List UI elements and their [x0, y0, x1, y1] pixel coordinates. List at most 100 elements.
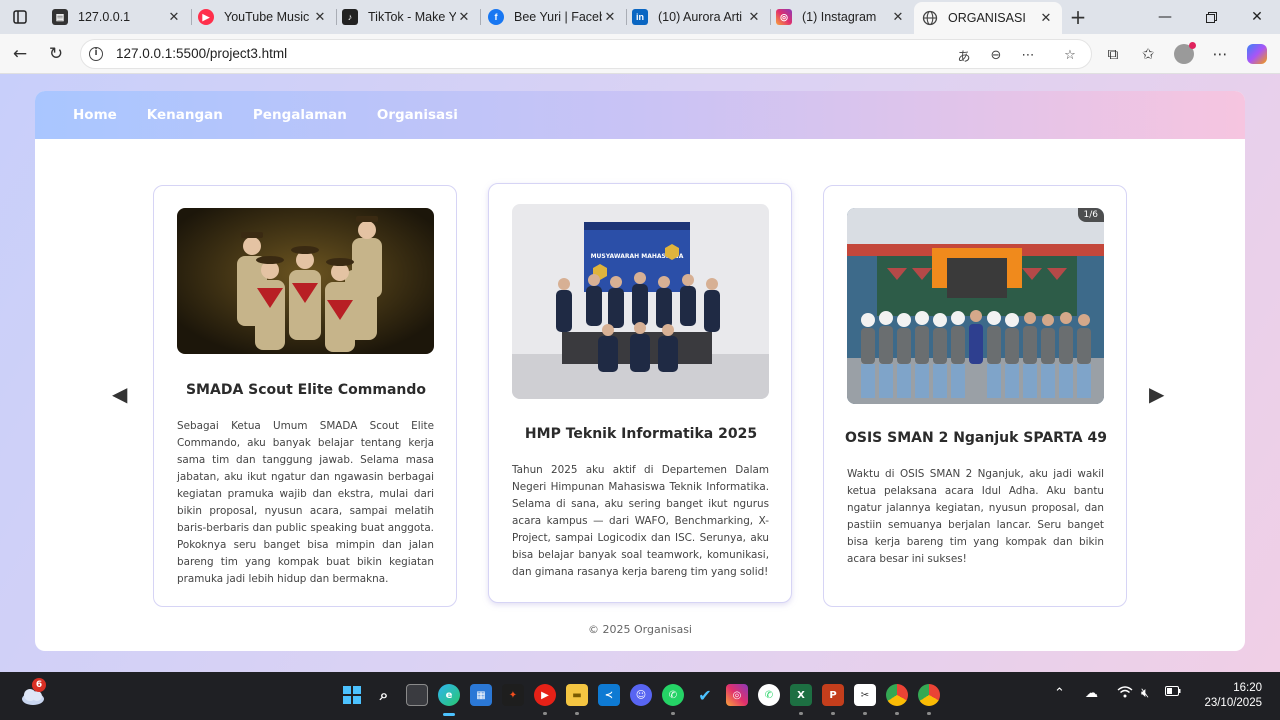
- windows-taskbar: 6 ⌕ e ▦ ✦ ▶ ▬ ≺ ☺ ✆ ✔ ◎ ✆ X P ✂ ⌃ ☁ 🔇︎ 1…: [0, 672, 1280, 720]
- facebook-icon: f: [488, 9, 504, 25]
- linkedin-icon: in: [632, 9, 648, 25]
- nav-pengalaman[interactable]: Pengalaman: [253, 107, 347, 123]
- tiktok-icon: ♪: [342, 9, 358, 25]
- close-tab-icon[interactable]: ✕: [1038, 10, 1054, 26]
- osis-group-photo: 1/6: [847, 208, 1104, 404]
- chrome-profile-icon[interactable]: [918, 684, 940, 706]
- card-description: Tahun 2025 aku aktif di Departemen Dalam…: [512, 464, 769, 578]
- address-bar[interactable]: i 127.0.0.1:5500/project3.html あ ⊖ ⋯ ☆: [80, 39, 1092, 69]
- carousel-next-icon[interactable]: ▶: [1149, 382, 1164, 406]
- weather-icon[interactable]: 6: [20, 678, 46, 708]
- page-icon: ▤: [52, 9, 68, 25]
- browser-tab[interactable]: ◎ (1) Instagram ✕: [768, 4, 914, 30]
- figma-icon[interactable]: ✦: [502, 684, 524, 706]
- photo-counter-badge: 1/6: [1077, 208, 1104, 222]
- chevron-up-icon[interactable]: ⌃: [1054, 686, 1065, 701]
- favorites-icon[interactable]: ✩: [1137, 43, 1159, 65]
- card-title: HMP Teknik Informatika 2025: [524, 426, 758, 442]
- close-tab-icon[interactable]: ✕: [312, 9, 328, 25]
- minimize-icon[interactable]: —: [1150, 6, 1180, 28]
- browser-toolbar: ← ↻ i 127.0.0.1:5500/project3.html あ ⊖ ⋯…: [0, 34, 1280, 74]
- battery-icon[interactable]: [1165, 686, 1181, 696]
- close-tab-icon[interactable]: ✕: [602, 9, 618, 25]
- edge-icon[interactable]: e: [438, 684, 460, 706]
- discord-icon[interactable]: ☺: [630, 684, 652, 706]
- youtube-icon[interactable]: ▶: [534, 684, 556, 706]
- carousel-prev-icon[interactable]: ◀: [112, 382, 127, 406]
- tab-title: YouTube Music: [224, 10, 310, 24]
- page-viewport: Home Kenangan Pengalaman Organisasi ◀ ▶: [0, 74, 1280, 672]
- organization-card: 1/6 OSIS SMAN 2 Nganjuk SPARTA 49 Waktu …: [823, 185, 1127, 607]
- more-tools-icon[interactable]: ⋯: [1019, 47, 1037, 63]
- tab-title: (1) Instagram: [802, 10, 877, 24]
- instagram-taskbar-icon[interactable]: ◎: [726, 684, 748, 706]
- card-description: Waktu di OSIS SMAN 2 Nganjuk, aku jadi w…: [847, 468, 1104, 565]
- close-tab-icon[interactable]: ✕: [456, 9, 472, 25]
- tab-title: Bee Yuri | Faceb: [514, 10, 602, 24]
- hmp-group-photo: MUSYAWARAH MAHASISWA: [512, 204, 769, 399]
- organization-card: MUSYAWARAH MAHASISWA HMP Teknik Informat…: [488, 183, 792, 603]
- whatsapp-web-icon[interactable]: ✆: [758, 684, 780, 706]
- site-navbar: Home Kenangan Pengalaman Organisasi: [35, 91, 1245, 139]
- tab-actions-icon[interactable]: [8, 6, 32, 28]
- browser-tab[interactable]: in (10) Aurora Arti ✕: [624, 4, 770, 30]
- copilot-icon[interactable]: [1246, 43, 1268, 65]
- card-description: Sebagai Ketua Umum SMADA Scout Elite Com…: [177, 420, 434, 585]
- tab-title: TikTok - Make Y: [368, 10, 456, 24]
- search-icon[interactable]: ⌕: [373, 684, 395, 706]
- whatsapp-icon[interactable]: ✆: [662, 684, 684, 706]
- onedrive-icon[interactable]: ☁: [1085, 686, 1098, 701]
- url-text[interactable]: 127.0.0.1:5500/project3.html: [116, 46, 287, 61]
- zoom-icon[interactable]: ⊖: [987, 47, 1005, 63]
- browser-tab-active[interactable]: ORGANISASI ✕: [914, 2, 1062, 34]
- file-explorer-icon[interactable]: ▬: [566, 684, 588, 706]
- store-icon[interactable]: ▦: [470, 684, 492, 706]
- globe-icon: [922, 10, 938, 26]
- browser-tab[interactable]: ♪ TikTok - Make Y ✕: [334, 4, 480, 30]
- close-tab-icon[interactable]: ✕: [166, 9, 182, 25]
- nav-home[interactable]: Home: [73, 107, 117, 123]
- tab-title: 127.0.0.1: [78, 10, 131, 24]
- read-aloud-icon[interactable]: あ: [955, 47, 973, 65]
- close-window-icon[interactable]: ✕: [1242, 6, 1272, 28]
- profile-avatar[interactable]: [1173, 42, 1196, 65]
- new-tab-icon[interactable]: +: [1066, 5, 1090, 29]
- vscode-icon[interactable]: ≺: [598, 684, 620, 706]
- clock-time: 16:20: [1233, 682, 1262, 694]
- nav-kenangan[interactable]: Kenangan: [147, 107, 223, 123]
- snipping-tool-icon[interactable]: ✂: [854, 684, 876, 706]
- card-title: SMADA Scout Elite Commando: [185, 382, 427, 398]
- back-icon[interactable]: ←: [8, 42, 32, 66]
- extensions-icon[interactable]: ⧉: [1102, 43, 1124, 65]
- browser-tab[interactable]: f Bee Yuri | Faceb ✕: [480, 4, 626, 30]
- clock[interactable]: 16:20 23/10/2025: [1204, 681, 1262, 711]
- settings-menu-icon[interactable]: ⋯: [1209, 43, 1231, 65]
- browser-tab[interactable]: ▤ 127.0.0.1 ✕: [44, 4, 190, 30]
- todo-icon[interactable]: ✔: [694, 684, 716, 706]
- scout-team-photo: [177, 208, 434, 354]
- close-tab-icon[interactable]: ✕: [746, 9, 762, 25]
- organization-card: SMADA Scout Elite Commando Sebagai Ketua…: [153, 185, 457, 607]
- wifi-icon[interactable]: [1117, 686, 1133, 698]
- task-view-icon[interactable]: [406, 684, 428, 706]
- notification-badge: 6: [32, 678, 46, 692]
- restore-icon[interactable]: [1196, 6, 1226, 28]
- chrome-icon[interactable]: [886, 684, 908, 706]
- clock-date: 23/10/2025: [1204, 697, 1262, 709]
- site-info-icon[interactable]: i: [89, 47, 103, 61]
- powerpoint-icon[interactable]: P: [822, 684, 844, 706]
- favorite-star-icon[interactable]: ☆: [1061, 47, 1079, 63]
- browser-tab-strip: ▤ 127.0.0.1 ✕ ▶ YouTube Music ✕ ♪ TikTok…: [0, 0, 1280, 34]
- youtube-music-icon: ▶: [198, 9, 214, 25]
- volume-muted-icon[interactable]: 🔇︎: [1141, 686, 1149, 701]
- site-footer: © 2025 Organisasi: [588, 623, 692, 636]
- page-container: Home Kenangan Pengalaman Organisasi ◀ ▶: [35, 91, 1245, 651]
- start-icon[interactable]: [341, 684, 363, 706]
- tab-title: (10) Aurora Arti: [658, 10, 743, 24]
- browser-tab[interactable]: ▶ YouTube Music ✕: [190, 4, 336, 30]
- close-tab-icon[interactable]: ✕: [890, 9, 906, 25]
- excel-icon[interactable]: X: [790, 684, 812, 706]
- instagram-icon: ◎: [776, 9, 792, 25]
- refresh-icon[interactable]: ↻: [44, 42, 68, 66]
- nav-organisasi[interactable]: Organisasi: [377, 107, 458, 123]
